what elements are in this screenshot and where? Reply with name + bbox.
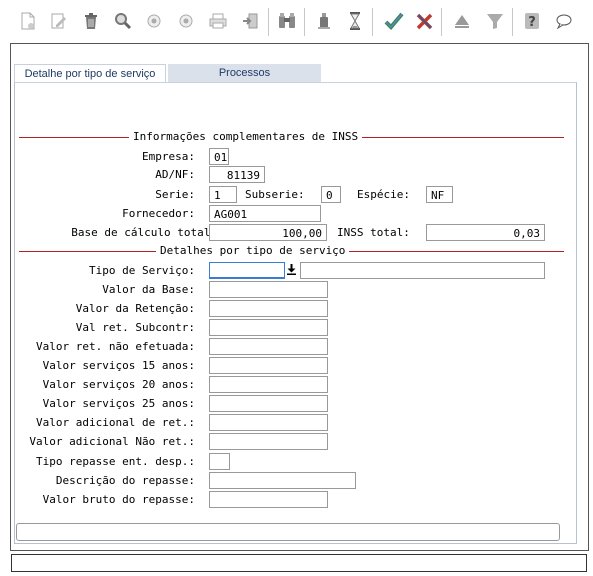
toolbar-separator xyxy=(268,8,269,36)
move-up-icon[interactable] xyxy=(451,10,473,32)
toolbar-separator xyxy=(512,8,513,36)
valor-base-label: Valor da Base: xyxy=(102,283,195,296)
adnf-label: AD/NF: xyxy=(155,168,195,181)
valor-retencao-label: Valor da Retenção: xyxy=(75,302,195,315)
tab-processos[interactable]: Processos xyxy=(168,64,321,82)
confirm-check-icon[interactable] xyxy=(383,10,405,32)
subserie-label: Subserie: xyxy=(245,188,305,201)
circle-next-icon[interactable] xyxy=(175,10,197,32)
valor-base-field[interactable] xyxy=(209,281,328,298)
tipo-servico-label: Tipo de Serviço: xyxy=(89,264,195,277)
fornecedor-field[interactable]: AG001 xyxy=(209,205,321,222)
valor-servicos-15-label: Valor serviços 15 anos: xyxy=(42,359,195,372)
tipo-repasse-label: Tipo repasse ent. desp.: xyxy=(36,455,195,468)
valor-ret-nao-efetuada-field[interactable] xyxy=(209,338,328,355)
valor-servicos-25-field[interactable] xyxy=(209,395,328,412)
val-ret-subcontr-label: Val ret. Subcontr: xyxy=(75,321,195,334)
val-ret-subcontr-field[interactable] xyxy=(209,319,328,336)
valor-servicos-25-label: Valor serviços 25 anos: xyxy=(42,397,195,410)
valor-ret-nao-efetuada-label: Valor ret. não efetuada: xyxy=(36,340,195,353)
trash-icon[interactable] xyxy=(80,10,102,32)
subserie-field[interactable]: 0 xyxy=(321,186,341,203)
svg-text:?: ? xyxy=(528,15,536,30)
tipo-repasse-field[interactable] xyxy=(209,453,230,470)
inss-total-label: INSS total: xyxy=(337,226,410,239)
print-icon[interactable] xyxy=(207,10,229,32)
export-icon[interactable] xyxy=(239,10,261,32)
descricao-repasse-label: Descrição do repasse: xyxy=(55,474,195,487)
magnifier-icon[interactable] xyxy=(112,10,134,32)
filter-down-icon[interactable] xyxy=(484,10,506,32)
new-document-icon[interactable] xyxy=(17,10,39,32)
help-icon[interactable]: ? xyxy=(521,10,543,32)
binoculars-icon[interactable] xyxy=(276,10,298,32)
valor-adicional-nao-ret-field[interactable] xyxy=(209,433,328,450)
adnf-field[interactable]: 81139 xyxy=(209,166,265,183)
serie-label: Serie: xyxy=(155,188,195,201)
valor-servicos-20-field[interactable] xyxy=(209,376,328,393)
inss-total-field[interactable]: 0,03 xyxy=(426,224,545,241)
tipo-servico-descricao-field xyxy=(300,262,545,279)
base-calculo-field[interactable]: 100,00 xyxy=(209,224,327,241)
section-title-inss: Informações complementares de INSS xyxy=(129,130,363,143)
empresa-label: Empresa: xyxy=(142,150,195,163)
especie-label: Espécie: xyxy=(357,188,410,201)
toolbar-separator xyxy=(372,8,373,36)
section-title-detalhes: Detalhes por tipo de serviço xyxy=(156,244,350,257)
tab-detalhe-por-tipo-de-servico[interactable]: Detalhe por tipo de serviço xyxy=(14,64,166,82)
edit-pencil-icon[interactable] xyxy=(48,10,70,32)
fornecedor-label: Fornecedor: xyxy=(122,207,195,220)
chat-icon[interactable] xyxy=(553,10,575,32)
base-calculo-label: Base de cálculo total: xyxy=(71,226,217,239)
tipo-servico-field[interactable] xyxy=(209,262,285,279)
toolbar-separator xyxy=(304,8,305,36)
valor-bruto-repasse-label: Valor bruto do repasse: xyxy=(42,493,195,506)
valor-adicional-ret-label: Valor adicional de ret.: xyxy=(36,416,195,429)
valor-servicos-20-label: Valor serviços 20 anos: xyxy=(42,378,195,391)
cancel-x-icon[interactable] xyxy=(414,10,436,32)
toolbar: ? xyxy=(0,0,593,44)
serie-field[interactable]: 1 xyxy=(209,186,237,203)
status-bar xyxy=(11,554,587,572)
valor-bruto-repasse-field[interactable] xyxy=(209,491,328,508)
valor-retencao-field[interactable] xyxy=(209,300,328,317)
message-bar xyxy=(16,523,560,541)
valor-adicional-nao-ret-label: Valor adicional Não ret.: xyxy=(29,435,195,448)
especie-field[interactable]: NF xyxy=(426,186,453,203)
lookup-arrow-icon[interactable] xyxy=(286,264,297,277)
empresa-field[interactable]: 01 xyxy=(209,148,229,165)
bottle-icon[interactable] xyxy=(313,10,335,32)
valor-servicos-15-field[interactable] xyxy=(209,357,328,374)
circle-prev-icon[interactable] xyxy=(143,10,165,32)
toolbar-separator xyxy=(441,8,442,36)
descricao-repasse-field[interactable] xyxy=(209,472,356,489)
valor-adicional-ret-field[interactable] xyxy=(209,414,328,431)
hourglass-icon[interactable] xyxy=(344,10,366,32)
